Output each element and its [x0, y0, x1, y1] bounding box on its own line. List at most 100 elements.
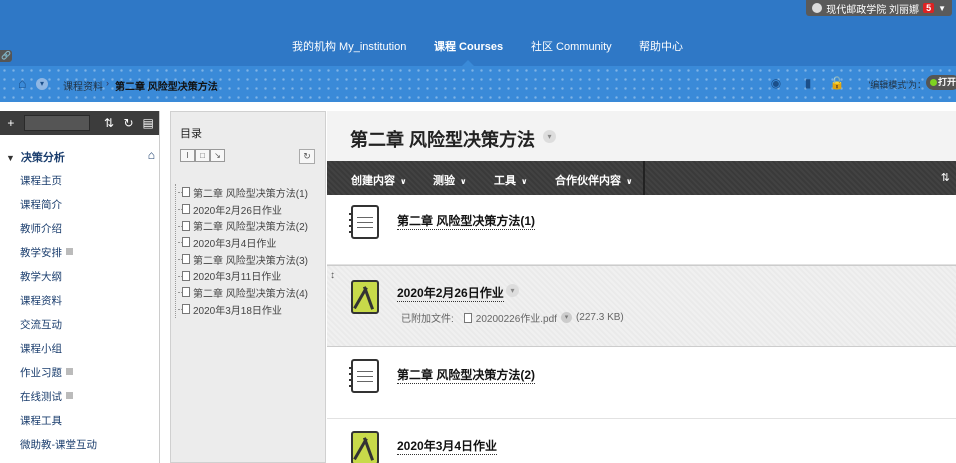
toc-arrow-button[interactable]: ↘	[210, 149, 225, 162]
notification-badge[interactable]: 5	[923, 3, 935, 13]
edit-mode-toggle[interactable]: 打开	[926, 75, 956, 90]
course-menu-list: 课程主页 课程简介 教师介绍 教学安排 教学大纲 课程资料 交流互动 课程小组 …	[20, 173, 97, 461]
content-item: ↕ 2020年2月26日作业 ▾ 已附加文件: 20200226作业.pdf ▾…	[327, 265, 956, 347]
toc-item[interactable]: 2020年2月26日作业	[176, 201, 308, 218]
menu-item-materials[interactable]: 课程资料	[20, 293, 97, 317]
hidden-marker-icon	[66, 368, 73, 375]
refresh-icon[interactable]: ↻	[299, 149, 315, 164]
attachment-size: (227.3 KB)	[575, 312, 624, 323]
content-item: 第二章 风险型决策方法(2)	[327, 347, 956, 419]
user-menu[interactable]: 现代邮政学院 刘丽娜 5 ▼	[806, 0, 952, 16]
breadcrumb-bar: ⌂ ▾ 课程资料 › 第二章 风险型决策方法 ◉ ▮ 🔓 '编辑模式'为： 打开	[0, 66, 956, 102]
toc-item[interactable]: 第二章 风险型决策方法(4)	[176, 284, 308, 301]
toc-expand-button[interactable]: □	[195, 149, 210, 162]
breadcrumb-separator: ›	[106, 78, 109, 88]
chevron-down-icon: ∨	[460, 177, 467, 186]
link-icon[interactable]: 🔗	[0, 50, 12, 62]
toc-item[interactable]: 2020年3月18日作业	[176, 301, 308, 318]
menu-item-exercises[interactable]: 作业习题	[20, 365, 97, 389]
toc-item[interactable]: 第二章 风险型决策方法(1)	[176, 184, 308, 201]
collapse-triangle-icon[interactable]: ▼	[6, 153, 15, 163]
content-item-title[interactable]: 2020年3月4日作业	[397, 437, 498, 455]
content-item-title[interactable]: 第二章 风险型决策方法(2)	[397, 366, 536, 384]
assessment-button[interactable]: 测验 ∨	[433, 172, 467, 188]
menu-item-schedule[interactable]: 教学安排	[20, 245, 97, 269]
assignment-icon	[351, 431, 379, 463]
hidden-marker-icon	[66, 392, 73, 399]
menu-item-discussion[interactable]: 交流互动	[20, 317, 97, 341]
lock-icon[interactable]: 🔓	[829, 75, 845, 91]
caret-down-icon[interactable]: ▼	[938, 4, 946, 13]
color-palette-icon[interactable]: ▮	[800, 75, 816, 91]
content-item-title[interactable]: 2020年2月26日作业	[397, 284, 504, 302]
action-bar-divider	[643, 161, 645, 195]
attachment-label: 已附加文件:	[401, 314, 454, 325]
chevron-down-icon: ∨	[626, 177, 633, 186]
hidden-marker-icon	[66, 248, 73, 255]
edit-mode-label: '编辑模式'为：	[868, 80, 926, 90]
toc-list: 第二章 风险型决策方法(1) 2020年2月26日作业 第二章 风险型决策方法(…	[175, 184, 308, 318]
drag-handle-icon[interactable]: ↕	[330, 270, 335, 281]
menu-item-tools[interactable]: 课程工具	[20, 413, 97, 437]
user-name: 现代邮政学院 刘丽娜	[826, 4, 920, 16]
folder-icon[interactable]: ▤	[141, 116, 155, 130]
sort-icon[interactable]: ⇅	[102, 116, 116, 130]
eye-icon[interactable]: ◉	[768, 75, 784, 91]
document-icon	[178, 270, 190, 281]
action-bar: 创建内容 ∨ 测验 ∨ 工具 ∨ 合作伙伴内容 ∨ ⇅	[327, 161, 956, 195]
add-icon[interactable]: +	[4, 116, 18, 130]
top-nav-tabs: 我的机构 My_institution 课程 Courses 社区 Commun…	[0, 38, 956, 54]
tab-my-institution[interactable]: 我的机构 My_institution	[292, 38, 406, 54]
chevron-down-icon[interactable]: ▾	[506, 284, 519, 297]
home-icon[interactable]: ⌂	[18, 75, 26, 91]
partner-content-button[interactable]: 合作伙伴内容 ∨	[555, 172, 633, 188]
menu-item-intro[interactable]: 课程简介	[20, 197, 97, 221]
menu-search-box[interactable]	[23, 115, 91, 131]
content-item-title[interactable]: 第二章 风险型决策方法(1)	[397, 212, 536, 230]
tab-courses[interactable]: 课程 Courses	[434, 38, 503, 54]
document-icon	[178, 187, 190, 198]
create-content-button[interactable]: 创建内容 ∨	[351, 172, 407, 188]
tools-button[interactable]: 工具 ∨	[494, 172, 528, 188]
menu-item-home[interactable]: 课程主页	[20, 173, 97, 197]
toc-item[interactable]: 2020年3月4日作业	[176, 234, 308, 251]
toc-collapse-button[interactable]: I	[180, 149, 195, 162]
course-title[interactable]: ▼ 决策分析	[6, 149, 65, 165]
chevron-down-icon[interactable]: ▾	[36, 78, 48, 90]
assignment-icon	[351, 280, 379, 314]
home-icon[interactable]: ⌂	[148, 148, 155, 162]
breadcrumb-parent[interactable]: 课程资料	[63, 78, 103, 93]
user-icon	[812, 3, 823, 13]
content-header: 第二章 风险型决策方法 ▾	[327, 111, 956, 161]
toc-view-buttons: I □ ↘	[180, 149, 225, 162]
chevron-down-icon[interactable]: ▾	[543, 130, 556, 143]
refresh-icon[interactable]: ↻	[122, 116, 136, 130]
toc-title: 目录	[180, 128, 202, 140]
table-of-contents-panel: 目录 I □ ↘ ↻ 第二章 风险型决策方法(1) 2020年2月26日作业 第…	[170, 111, 326, 463]
tab-community[interactable]: 社区 Community	[531, 38, 612, 54]
top-navigation-bar: 现代邮政学院 刘丽娜 5 ▼ 我的机构 My_institution 课程 Co…	[0, 0, 956, 66]
document-icon	[349, 359, 379, 393]
document-icon	[178, 287, 190, 298]
menu-item-interaction[interactable]: 微助教-课堂互动	[20, 437, 97, 461]
page-title: 第二章 风险型决策方法	[350, 130, 535, 150]
course-menu: + ⇅ ↻ ▤ ▼ 决策分析 ⌂ 课程主页 课程简介 教师介绍 教学安排 教学大纲…	[0, 111, 160, 463]
breadcrumb-current: 第二章 风险型决策方法	[115, 82, 218, 93]
content-item: 第二章 风险型决策方法(1)	[327, 195, 956, 265]
document-icon	[178, 304, 190, 315]
toc-item[interactable]: 第二章 风险型决策方法(3)	[176, 251, 308, 268]
document-icon	[178, 204, 190, 215]
menu-item-teacher[interactable]: 教师介绍	[20, 221, 97, 245]
toc-item[interactable]: 第二章 风险型决策方法(2)	[176, 217, 308, 234]
document-icon	[178, 237, 190, 248]
sort-icon[interactable]: ⇅	[941, 171, 950, 184]
menu-item-groups[interactable]: 课程小组	[20, 341, 97, 365]
tab-help-center[interactable]: 帮助中心	[639, 38, 683, 54]
menu-item-syllabus[interactable]: 教学大纲	[20, 269, 97, 293]
menu-item-tests[interactable]: 在线测试	[20, 389, 97, 413]
toc-item[interactable]: 2020年3月11日作业	[176, 267, 308, 284]
attachment-link[interactable]: 20200226作业.pdf	[476, 310, 557, 325]
chevron-down-icon: ∨	[400, 177, 407, 186]
chevron-down-icon[interactable]: ▾	[560, 312, 572, 323]
attachment-row: 已附加文件: 20200226作业.pdf ▾ (227.3 KB)	[401, 310, 624, 325]
